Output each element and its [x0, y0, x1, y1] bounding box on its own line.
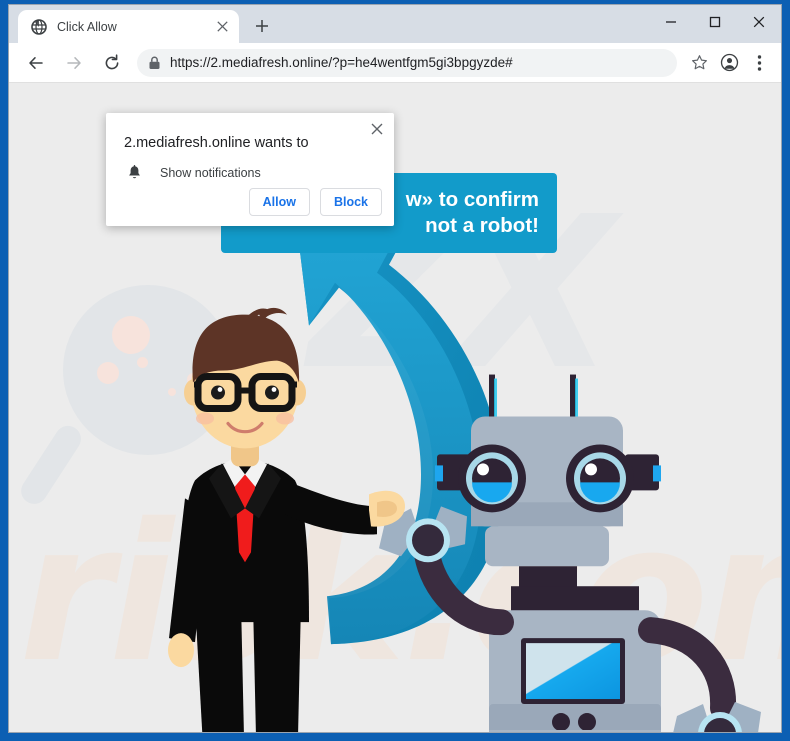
forward-button[interactable]: [59, 48, 89, 78]
watermark-dot: [97, 362, 119, 384]
url-text: https://2.mediafresh.online/?p=he4wentfg…: [170, 55, 513, 70]
reload-button[interactable]: [97, 48, 127, 78]
robot-claw-right: [673, 702, 761, 732]
window-controls: [649, 5, 781, 38]
browser-toolbar: https://2.mediafresh.online/?p=he4wentfg…: [9, 43, 781, 83]
maximize-button[interactable]: [693, 5, 737, 38]
address-bar[interactable]: https://2.mediafresh.online/?p=he4wentfg…: [137, 48, 677, 77]
bell-icon: [124, 163, 144, 183]
watermark-dot: [137, 357, 148, 368]
dialog-title: 2.mediafresh.online wants to: [124, 135, 309, 151]
browser-menu-button[interactable]: [745, 49, 773, 77]
minimize-button[interactable]: [649, 5, 693, 38]
close-button[interactable]: [737, 5, 781, 38]
globe-icon: [30, 18, 47, 35]
notification-permission-dialog: 2.mediafresh.online wants to Show notifi…: [106, 113, 394, 226]
banner-line-2: not a robot!: [425, 214, 539, 237]
browser-window: Click Allow https://2.mediafresh.online/…: [8, 4, 782, 733]
allow-button[interactable]: Allow: [248, 188, 310, 216]
dialog-permission-label: Show notifications: [160, 166, 261, 180]
account-avatar-icon[interactable]: [715, 49, 743, 77]
dialog-permission-row: Show notifications: [124, 163, 261, 183]
tab-strip: Click Allow: [9, 5, 781, 43]
block-button[interactable]: Block: [319, 188, 382, 216]
tab-title: Click Allow: [57, 19, 117, 34]
screenshot-root: Click Allow https://2.mediafresh.online/…: [0, 0, 790, 741]
lock-icon: [141, 50, 167, 76]
watermark-dot: [187, 373, 200, 386]
background-watermark-mid: risk.com: [19, 483, 781, 704]
banner-line-1: w» to confirm: [405, 188, 539, 211]
dialog-close-icon[interactable]: [366, 118, 388, 140]
new-tab-button[interactable]: [247, 11, 277, 41]
star-icon[interactable]: [685, 49, 713, 77]
dialog-actions: Allow Block: [248, 188, 382, 216]
tab-close-icon[interactable]: [213, 18, 231, 36]
back-button[interactable]: [21, 48, 51, 78]
watermark-dot: [112, 316, 150, 354]
browser-tab[interactable]: Click Allow: [18, 10, 239, 43]
watermark-dot: [168, 388, 176, 396]
page-viewport: ZX risk.com: [9, 83, 781, 732]
magnifier-watermark-lens: [63, 285, 233, 455]
